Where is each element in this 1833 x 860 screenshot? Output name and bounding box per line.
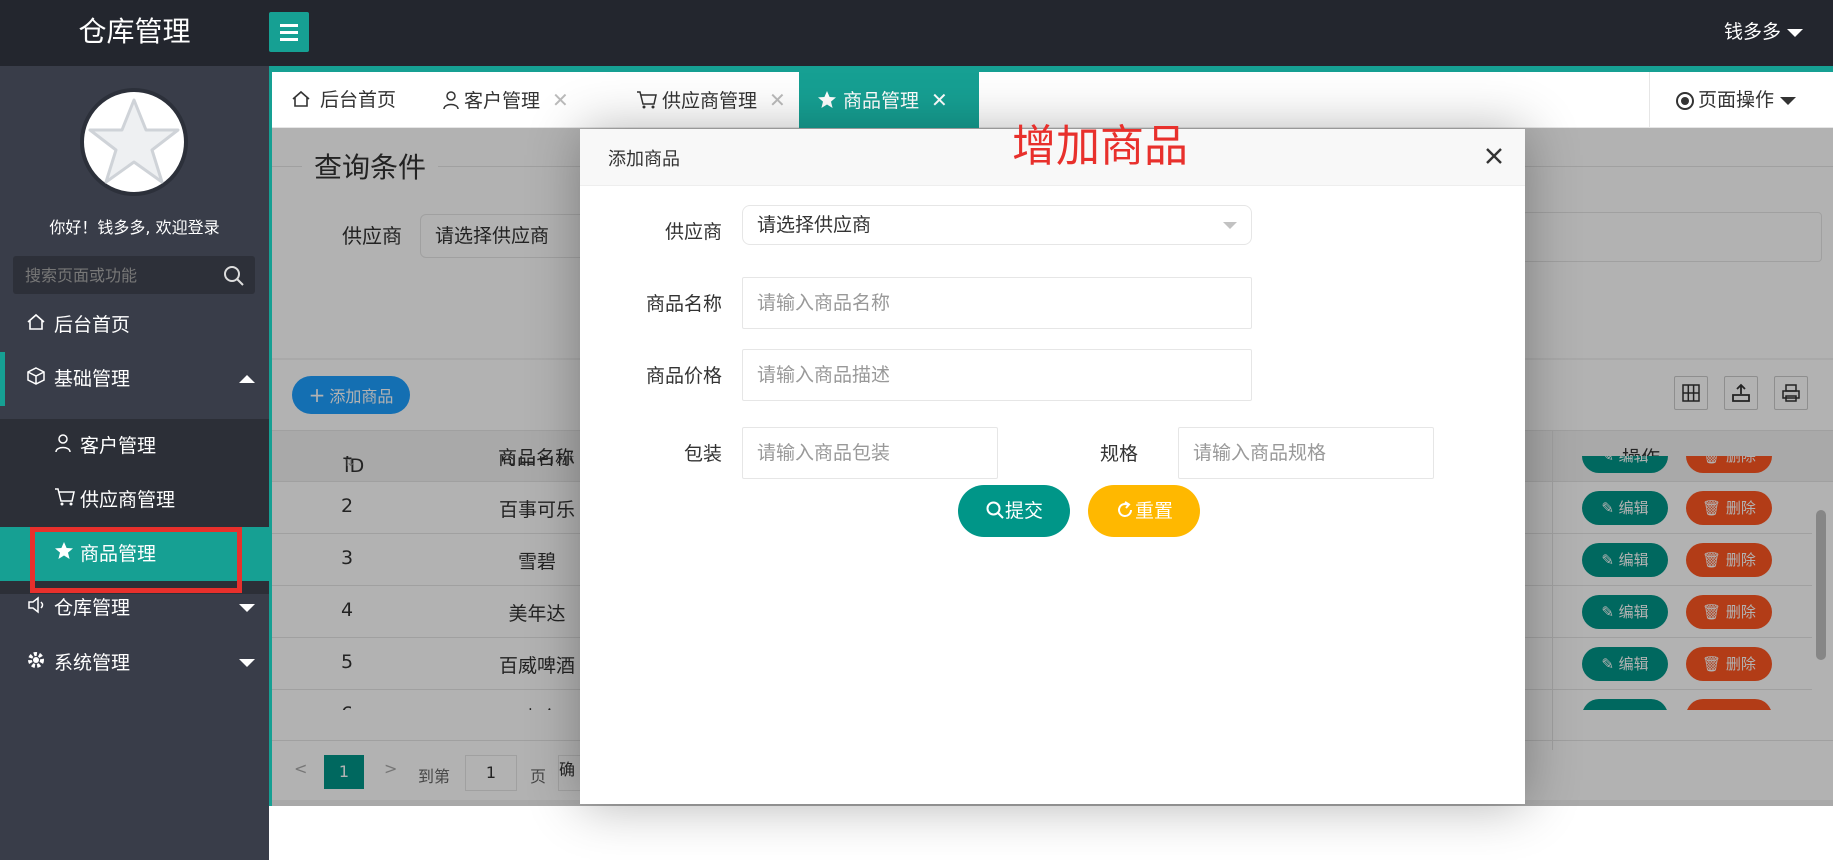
tab-products[interactable]: 商品管理 ✕ <box>799 72 979 128</box>
spec-label: 规格 <box>1099 443 1138 465</box>
sidebar-item-label: 后台首页 <box>54 314 131 336</box>
caret-down-icon <box>239 604 255 612</box>
cube-icon <box>26 353 48 407</box>
tab-suppliers[interactable]: 供应商管理 ✕ <box>618 72 804 128</box>
tab-label: 商品管理 <box>843 90 920 112</box>
tab-label: 客户管理 <box>464 90 541 112</box>
package-label: 包装 <box>683 443 722 465</box>
cart-icon <box>54 474 76 528</box>
supplier-label: 供应商 <box>664 221 722 243</box>
product-name-input[interactable] <box>742 277 1252 329</box>
menu-toggle-button[interactable] <box>269 12 309 52</box>
target-icon <box>1676 91 1694 110</box>
submit-label: 提交 <box>1004 500 1043 522</box>
chevron-down-icon <box>1223 222 1237 229</box>
caret-down-icon <box>239 659 255 667</box>
sidebar-item-system[interactable]: 系统管理 <box>0 636 269 690</box>
sidebar-search-input[interactable] <box>13 256 213 294</box>
star-icon <box>818 91 836 108</box>
product-name-label: 商品名称 <box>645 293 722 315</box>
tab-close-icon[interactable]: ✕ <box>931 88 948 112</box>
sidebar-item-label: 系统管理 <box>54 652 131 674</box>
search-icon[interactable] <box>223 265 245 287</box>
supplier-select-value: 请选择供应商 <box>757 214 872 236</box>
page-ops-label: 页面操作 <box>1698 89 1775 111</box>
welcome-text: 你好！钱多多, 欢迎登录 <box>49 218 220 237</box>
caret-down-icon <box>1787 28 1803 37</box>
caret-down-icon <box>1780 96 1797 105</box>
tab-customers[interactable]: 客户管理 ✕ <box>424 72 587 128</box>
sidebar-item-label: 仓库管理 <box>54 597 131 619</box>
home-icon <box>292 90 310 107</box>
avatar[interactable] <box>80 88 188 196</box>
reset-label: 重置 <box>1134 500 1173 522</box>
user-icon <box>443 91 459 110</box>
home-icon <box>26 299 48 353</box>
cart-icon <box>637 91 657 109</box>
sidebar-item-label: 供应商管理 <box>80 489 176 511</box>
tab-home[interactable]: 后台首页 <box>272 72 414 128</box>
sidebar-search <box>13 256 255 294</box>
reset-button[interactable]: 重置 <box>1088 485 1200 537</box>
annotation-text: 增加商品 <box>1012 121 1188 172</box>
search-icon <box>986 501 1004 519</box>
user-name: 钱多多 <box>1723 21 1781 43</box>
sidebar-item-suppliers[interactable]: 供应商管理 <box>0 473 269 527</box>
caret-up-icon <box>239 375 255 383</box>
sidebar-item-label: 基础管理 <box>54 368 131 390</box>
user-menu[interactable]: 钱多多 <box>1724 0 1803 66</box>
package-input[interactable] <box>742 427 998 479</box>
close-icon[interactable] <box>1481 143 1507 169</box>
sidebar-item-basic[interactable]: 基础管理 <box>0 352 269 406</box>
sidebar-item-home[interactable]: 后台首页 <box>0 298 269 352</box>
tab-label: 供应商管理 <box>662 90 758 112</box>
page-operations-dropdown[interactable]: 页面操作 <box>1649 72 1833 128</box>
submit-button[interactable]: 提交 <box>958 485 1070 537</box>
hamburger-icon-bar <box>280 31 298 34</box>
app-title: 仓库管理 <box>78 15 191 48</box>
gear-icon <box>26 637 48 691</box>
sidebar: 你好！钱多多, 欢迎登录 后台首页 基础管理 客户管理 供应商管理 商品管理 仓… <box>0 66 269 860</box>
spec-input[interactable] <box>1178 427 1434 479</box>
dialog-title: 添加商品 <box>608 149 680 170</box>
user-icon <box>54 420 76 474</box>
hamburger-icon <box>280 24 298 27</box>
add-product-dialog: 添加商品 供应商 请选择供应商 商品名称 商品价格 包装 规格 提交 重置 <box>580 129 1525 804</box>
sidebar-item-label: 客户管理 <box>80 435 157 457</box>
highlight-box <box>30 527 242 593</box>
tab-close-icon[interactable]: ✕ <box>552 88 569 112</box>
tab-close-icon[interactable]: ✕ <box>769 88 786 112</box>
product-price-label: 商品价格 <box>645 365 722 387</box>
hamburger-icon-bar <box>280 38 298 41</box>
tab-label: 后台首页 <box>320 89 397 111</box>
star-avatar-icon <box>88 98 180 184</box>
product-price-input[interactable] <box>742 349 1252 401</box>
sidebar-item-customers[interactable]: 客户管理 <box>0 419 269 473</box>
supplier-select[interactable]: 请选择供应商 <box>742 205 1252 245</box>
refresh-icon <box>1118 501 1132 517</box>
top-header: 仓库管理 钱多多 <box>0 0 1833 66</box>
